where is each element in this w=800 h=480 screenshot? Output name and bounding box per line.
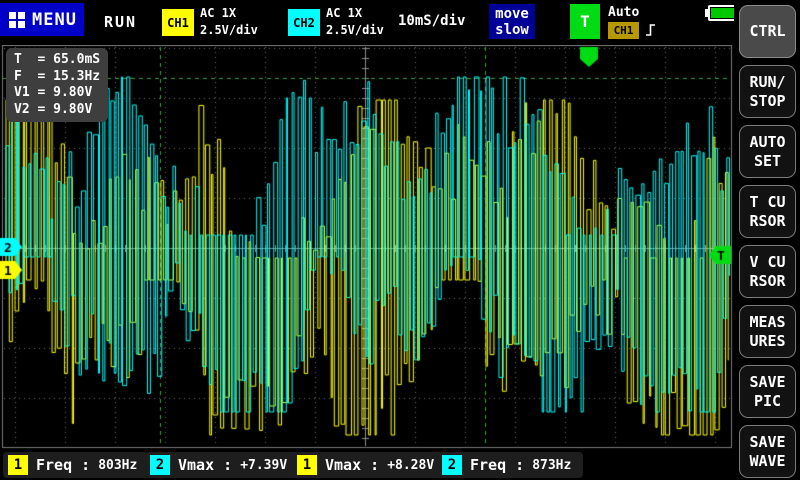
measurement-value: 873Hz	[532, 458, 571, 473]
measurement-chip[interactable]: 2 Vmax : +7.39V	[145, 452, 299, 478]
ch2-scale: 2.5V/div	[326, 23, 384, 37]
ch1-number-badge: 1	[297, 455, 317, 475]
menu-grid-icon	[9, 12, 25, 28]
sidebar: CTRL RUN/ STOP AUTO SET T CU RSOR V CU R…	[734, 0, 800, 480]
rising-edge-icon	[645, 22, 657, 39]
measures-button[interactable]: MEAS URES	[739, 305, 796, 358]
auto-set-button[interactable]: AUTO SET	[739, 125, 796, 178]
measurement-value: +7.39V	[240, 458, 287, 473]
measurement-chip[interactable]: 1 Freq : 803Hz	[3, 452, 149, 478]
measurement-label: Freq :	[470, 456, 524, 474]
measurement-chip[interactable]: 1 Vmax : +8.28V	[292, 452, 446, 478]
move-slow-button[interactable]: move slow	[489, 4, 535, 39]
run-stop-button[interactable]: RUN/ STOP	[739, 65, 796, 118]
save-pic-button[interactable]: SAVE PIC	[739, 365, 796, 418]
trigger-mode: Auto	[608, 5, 639, 20]
ch2-number-badge: 2	[150, 455, 170, 475]
timebase-readout[interactable]: 10mS/div	[398, 13, 465, 29]
oscilloscope-screen: MENU RUN CH1 AC 1X 2.5V/div CH2 AC 1X 2.5V…	[0, 0, 800, 480]
ch1-settings[interactable]: AC 1X 2.5V/div	[200, 5, 258, 39]
ch1-scale: 2.5V/div	[200, 23, 258, 37]
measurement-chip[interactable]: 2 Freq : 873Hz	[437, 452, 583, 478]
measurement-label: Freq :	[36, 456, 90, 474]
battery-fill	[711, 8, 735, 18]
ch2-settings[interactable]: AC 1X 2.5V/div	[326, 5, 384, 39]
trigger-button[interactable]: T	[570, 4, 600, 39]
trigger-source-badge[interactable]: CH1	[608, 22, 639, 39]
t-cursor-button[interactable]: T CU RSOR	[739, 185, 796, 238]
measurement-label: Vmax :	[325, 456, 379, 474]
ctrl-button[interactable]: CTRL	[739, 5, 796, 58]
ch2-coupling: AC 1X	[326, 6, 362, 20]
measurement-bar: 1 Freq : 803Hz 2 Vmax : +7.39V 1 Vmax : …	[0, 450, 734, 480]
waveform-display[interactable]	[0, 45, 734, 450]
measurement-value: +8.28V	[387, 458, 434, 473]
save-wave-button[interactable]: SAVE WAVE	[739, 425, 796, 478]
measurement-label: Vmax :	[178, 456, 232, 474]
menu-button[interactable]: MENU	[0, 3, 84, 36]
menu-label: MENU	[32, 10, 77, 30]
measurement-value: 803Hz	[98, 458, 137, 473]
ch2-badge[interactable]: CH2	[288, 9, 320, 36]
ch1-badge[interactable]: CH1	[162, 9, 194, 36]
v-cursor-button[interactable]: V CU RSOR	[739, 245, 796, 298]
ch1-number-badge: 1	[8, 455, 28, 475]
ch2-number-badge: 2	[442, 455, 462, 475]
ch1-coupling: AC 1X	[200, 6, 236, 20]
cursor-readout-box: T = 65.0mS F = 15.3Hz V1 = 9.80V V2 = 9.…	[6, 48, 108, 122]
top-bar: MENU RUN CH1 AC 1X 2.5V/div CH2 AC 1X 2.5V…	[0, 0, 734, 45]
run-status: RUN	[104, 13, 137, 31]
